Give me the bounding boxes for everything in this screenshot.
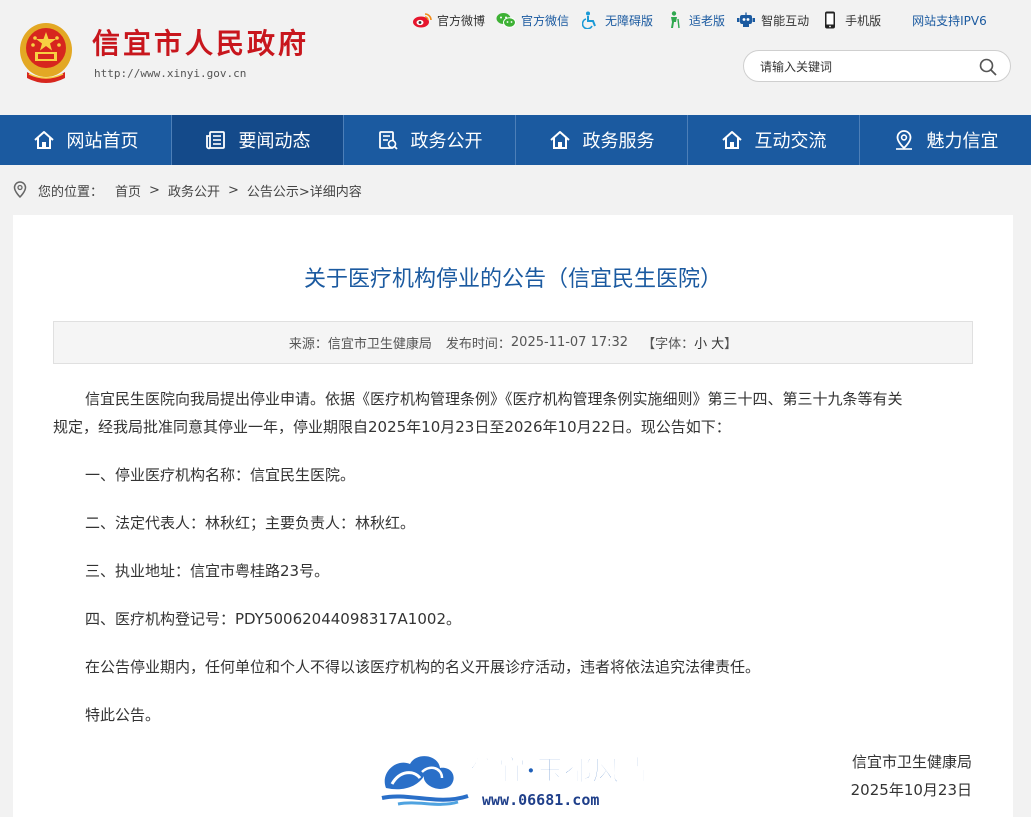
nav-item-gov-service[interactable]: 政务服务 <box>516 115 688 165</box>
time-label: 发布时间： <box>445 337 511 352</box>
font-small-button[interactable]: 小 <box>694 333 707 352</box>
mobile-icon <box>820 11 840 29</box>
nav-label-gov-service: 政务服务 <box>582 131 655 152</box>
main-nav: 网站首页 要闻动态 政务公开 政务服务 互动交流 魅力信宜 <box>0 115 1031 165</box>
search-input[interactable] <box>758 57 972 77</box>
font-size-end: 】 <box>724 337 738 352</box>
mobile-link[interactable]: 手机版 <box>820 11 881 29</box>
signature-date: 2025年10月23日 <box>850 781 972 799</box>
weibo-icon <box>412 11 432 29</box>
document-icon <box>377 129 399 151</box>
weibo-label: 官方微博 <box>437 13 486 28</box>
nav-item-gov-affairs[interactable]: 政务公开 <box>344 115 516 165</box>
source-value: 信宜市卫生健康局 <box>327 337 432 352</box>
nav-label-charm: 魅力信宜 <box>926 131 999 152</box>
nav-item-home[interactable]: 网站首页 <box>0 115 172 165</box>
article-paragraph: 三、执业地址：信宜市粤桂路23号。 <box>85 562 330 580</box>
breadcrumb-prefix: 您的位置： <box>38 184 104 200</box>
breadcrumb-subsection[interactable]: 公告公示 <box>247 181 299 200</box>
nav-item-news[interactable]: 要闻动态 <box>172 115 344 165</box>
top-links: 官方微博 官方微信 无障碍版 适老版 智能互动 手机版 网站支持IPV6 <box>412 10 987 30</box>
nav-item-interaction[interactable]: 互动交流 <box>688 115 860 165</box>
watermark-title: 信宜·玉都风情 <box>470 754 648 787</box>
breadcrumb-separator: > <box>149 182 160 198</box>
nav-label-interaction: 互动交流 <box>754 131 827 152</box>
site-header: 信宜市人民政府 http://www.xinyi.gov.cn 官方微博 官方微… <box>0 0 1031 115</box>
watermark-logo: 信宜·玉都风情 www.06681.com <box>381 754 648 809</box>
mobile-label: 手机版 <box>845 13 882 28</box>
robot-label: 智能互动 <box>761 13 810 28</box>
font-large-button[interactable]: 大 <box>711 333 724 352</box>
home-icon <box>549 129 571 151</box>
nav-label-home: 网站首页 <box>66 131 139 152</box>
ipv6-label: 网站支持IPV6 <box>912 13 987 28</box>
breadcrumb-section[interactable]: 政务公开 <box>168 181 220 200</box>
article-paragraph: 在公告停业期内，任何单位和个人不得以该医疗机构的名义开展诊疗活动，违者将依法追究… <box>85 658 761 676</box>
accessibility-icon <box>580 11 600 29</box>
article-paragraph: 二、法定代表人：林秋红；主要负责人：林秋红。 <box>85 514 416 532</box>
nav-item-charm[interactable]: 魅力信宜 <box>860 115 1031 165</box>
elderly-label: 适老版 <box>689 13 726 28</box>
breadcrumb-separator: > <box>227 182 239 198</box>
intro-line-2: 规定，经我局批准同意其停业一年，停业期限自2025年10月23日至2026年10… <box>53 418 731 436</box>
breadcrumb-current: >详细内容 <box>298 184 362 200</box>
elderly-icon <box>664 11 684 29</box>
wechat-label: 官方微信 <box>521 13 570 28</box>
nav-label-news: 要闻动态 <box>238 131 311 152</box>
time-value: 2025-11-07 17:32 <box>510 335 629 350</box>
accessibility-label: 无障碍版 <box>605 13 654 28</box>
intro-line-1: 信宜民生医院向我局提出停业申请。依据《医疗机构管理条例》《医疗机构管理条例实施细… <box>85 390 903 408</box>
breadcrumb-home[interactable]: 首页 <box>115 181 141 200</box>
wechat-icon <box>496 11 517 29</box>
article-meta: 来源： 信宜市卫生健康局 发布时间： 2025-11-07 17:32 【字体：… <box>53 321 973 364</box>
article-container: 关于医疗机构停业的公告（信宜民生医院） 来源： 信宜市卫生健康局 发布时间： 2… <box>13 215 1013 817</box>
article-paragraph: 特此公告。 <box>85 706 161 724</box>
robot-icon <box>736 11 756 29</box>
home-icon <box>33 129 55 151</box>
article-paragraph: 四、医疗机构登记号：PDY50062044098317A1002。 <box>85 610 461 628</box>
wechat-link[interactable]: 官方微信 <box>496 11 569 29</box>
article-paragraph: 一、停业医疗机构名称：信宜民生医院。 <box>85 466 356 484</box>
breadcrumb: 您的位置： 首页 > 政务公开 > 公告公示 >详细内容 <box>12 180 362 200</box>
site-title[interactable]: 信宜市人民政府 <box>92 22 309 62</box>
font-size-label: 【字体： <box>642 337 695 352</box>
nav-label-gov-affairs: 政务公开 <box>410 131 483 152</box>
accessibility-link[interactable]: 无障碍版 <box>580 11 653 29</box>
article-title: 关于医疗机构停业的公告（信宜民生医院） <box>303 267 722 292</box>
news-icon <box>205 129 227 151</box>
signature-org: 信宜市卫生健康局 <box>851 753 972 771</box>
location-pin-icon <box>12 181 28 199</box>
location-icon <box>893 129 915 151</box>
search-box <box>743 50 1011 82</box>
elderly-link[interactable]: 适老版 <box>664 11 725 29</box>
search-icon[interactable] <box>978 57 998 77</box>
home-icon <box>721 129 743 151</box>
robot-link[interactable]: 智能互动 <box>736 11 809 29</box>
watermark-url: www.06681.com <box>482 791 599 809</box>
weibo-link[interactable]: 官方微博 <box>412 11 485 29</box>
site-url: http://www.xinyi.gov.cn <box>94 67 247 80</box>
source-label: 来源： <box>288 337 328 352</box>
national-emblem-icon <box>20 23 72 83</box>
